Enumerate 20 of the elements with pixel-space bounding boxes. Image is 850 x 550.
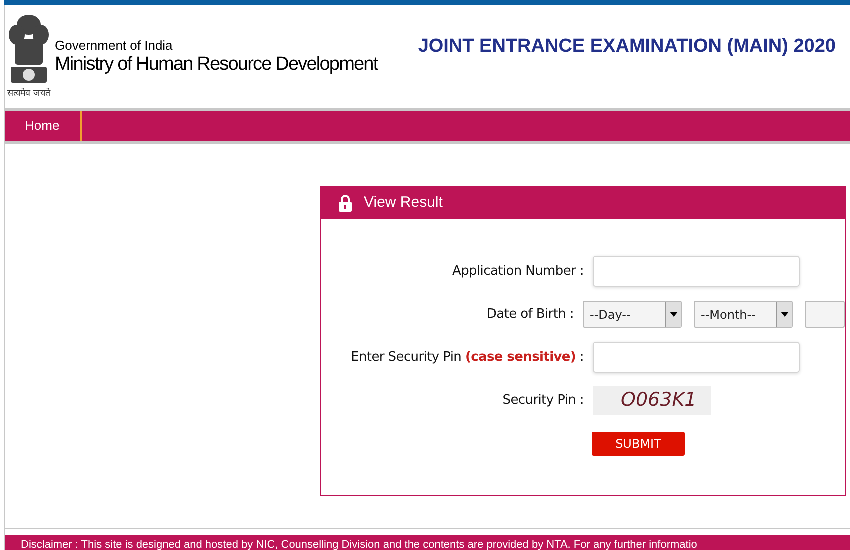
captcha-image: O063K1	[593, 386, 711, 415]
exam-title: JOINT ENTRANCE EXAMINATION (MAIN) 2020	[418, 35, 836, 59]
ministry-name: Ministry of Human Resource Development	[55, 53, 378, 77]
lock-icon	[339, 194, 352, 212]
card-title: View Result	[364, 192, 443, 213]
input-field[interactable]	[593, 256, 800, 287]
field-label: Enter Security Pin (case sensitive) :	[350, 348, 584, 367]
field-label: Date of Birth :	[486, 306, 574, 324]
input-field[interactable]	[593, 342, 800, 373]
caret-icon	[780, 312, 788, 317]
caret-icon	[670, 312, 678, 317]
field-label: Security Pin :	[502, 392, 584, 410]
field-label: Application Number :	[451, 262, 584, 281]
submit-button[interactable]: SUBMIT	[592, 432, 685, 456]
dropdown[interactable]	[805, 301, 845, 328]
motto-text: सत्यमेव जयते	[8, 89, 50, 99]
disclaimer-text: Disclaimer : This site is designed and hosted by NIC, Counselling Division and the contents are provided by NTA. For any further informatio	[21, 538, 698, 550]
dropdown[interactable]: --Month--	[694, 301, 793, 328]
dropdown[interactable]: --Day--	[583, 301, 682, 328]
org-line: Government of India	[55, 39, 174, 53]
